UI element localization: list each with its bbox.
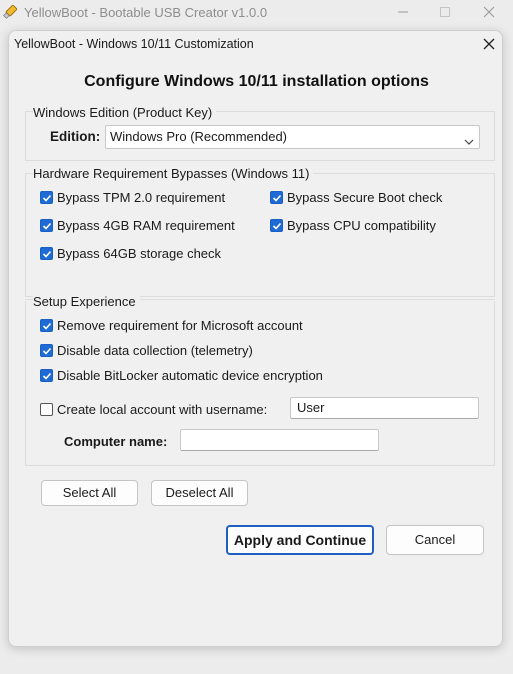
local-account-checkbox[interactable]: Create local account with username: <box>40 402 267 417</box>
remove-ms-account-checkbox[interactable]: Remove requirement for Microsoft account <box>40 318 303 333</box>
minimize-icon[interactable] <box>392 2 414 22</box>
dialog-heading: Configure Windows 10/11 installation opt… <box>84 73 429 90</box>
edition-label: Edition: <box>50 129 101 144</box>
checkmark-icon <box>270 191 283 204</box>
bypass-secure-boot-label: Bypass Secure Boot check <box>287 190 443 205</box>
edition-group-label: Windows Edition (Product Key) <box>33 105 217 120</box>
unchecked-box-icon <box>40 403 53 416</box>
setup-group-label: Setup Experience <box>33 294 140 309</box>
bypass-tpm-checkbox[interactable]: Bypass TPM 2.0 requirement <box>40 190 225 205</box>
bypass-cpu-checkbox[interactable]: Bypass CPU compatibility <box>270 218 436 233</box>
select-all-button[interactable]: Select All <box>41 480 138 506</box>
checkmark-icon <box>40 344 53 357</box>
disable-bitlocker-label: Disable BitLocker automatic device encry… <box>57 368 323 383</box>
customization-dialog: YellowBoot - Windows 10/11 Customization… <box>8 30 503 647</box>
bypass-storage-checkbox[interactable]: Bypass 64GB storage check <box>40 246 221 261</box>
parent-window-title: YellowBoot - Bootable USB Creator v1.0.0 <box>24 5 268 20</box>
chevron-down-icon <box>464 132 474 145</box>
remove-ms-account-label: Remove requirement for Microsoft account <box>57 318 303 333</box>
checkmark-icon <box>40 319 53 332</box>
disable-telemetry-label: Disable data collection (telemetry) <box>57 343 253 358</box>
usb-drive-icon <box>2 4 18 20</box>
bypass-secure-boot-checkbox[interactable]: Bypass Secure Boot check <box>270 190 442 205</box>
hardware-group-label: Hardware Requirement Bypasses (Windows 1… <box>33 166 314 181</box>
disable-bitlocker-checkbox[interactable]: Disable BitLocker automatic device encry… <box>40 368 323 383</box>
computer-name-input[interactable] <box>180 429 379 451</box>
local-account-label: Create local account with username: <box>57 402 268 417</box>
dialog-close-icon[interactable] <box>479 34 499 54</box>
edition-select-value: Windows Pro (Recommended) <box>110 129 288 144</box>
username-input[interactable]: User <box>290 397 479 419</box>
checkmark-icon <box>40 369 53 382</box>
checkmark-icon <box>40 191 53 204</box>
deselect-all-button[interactable]: Deselect All <box>151 480 248 506</box>
close-icon[interactable] <box>478 2 500 22</box>
maximize-icon[interactable] <box>434 2 456 22</box>
bypass-ram-checkbox[interactable]: Bypass 4GB RAM requirement <box>40 218 235 233</box>
checkmark-icon <box>270 219 283 232</box>
computer-name-label: Computer name: <box>64 434 168 449</box>
checkmark-icon <box>40 247 53 260</box>
apply-continue-button[interactable]: Apply and Continue <box>226 525 374 555</box>
bypass-storage-label: Bypass 64GB storage check <box>57 246 222 261</box>
dialog-title: YellowBoot - Windows 10/11 Customization <box>14 37 254 51</box>
bypass-ram-label: Bypass 4GB RAM requirement <box>57 218 235 233</box>
parent-window-titlebar: YellowBoot - Bootable USB Creator v1.0.0 <box>0 0 513 26</box>
cancel-button[interactable]: Cancel <box>386 525 484 555</box>
bypass-tpm-label: Bypass TPM 2.0 requirement <box>57 190 226 205</box>
disable-telemetry-checkbox[interactable]: Disable data collection (telemetry) <box>40 343 253 358</box>
bypass-cpu-label: Bypass CPU compatibility <box>287 218 436 233</box>
edition-select[interactable]: Windows Pro (Recommended) <box>105 125 480 149</box>
checkmark-icon <box>40 219 53 232</box>
